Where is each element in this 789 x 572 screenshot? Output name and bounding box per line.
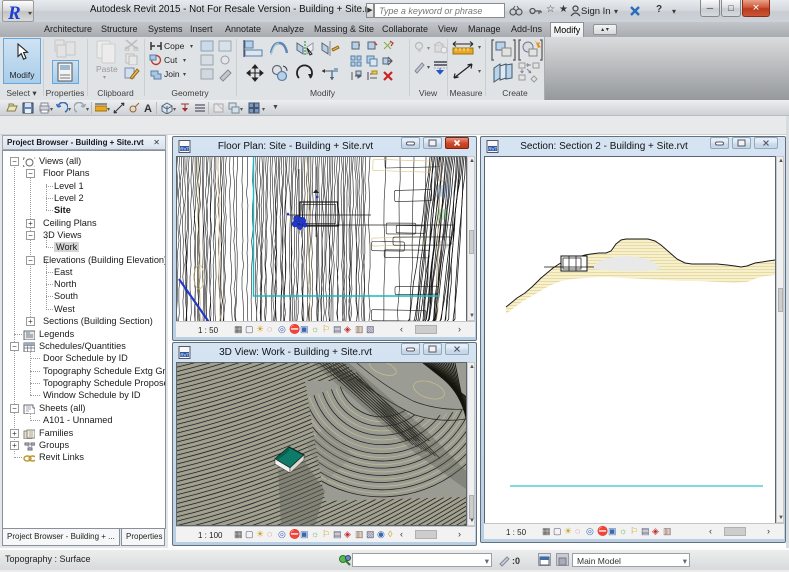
svg-text:RVT: RVT xyxy=(488,146,497,151)
svg-text:A: A xyxy=(144,103,152,114)
svg-text:RVT: RVT xyxy=(180,352,189,357)
svg-text:RVT: RVT xyxy=(180,146,189,151)
svg-text:R: R xyxy=(7,3,21,23)
